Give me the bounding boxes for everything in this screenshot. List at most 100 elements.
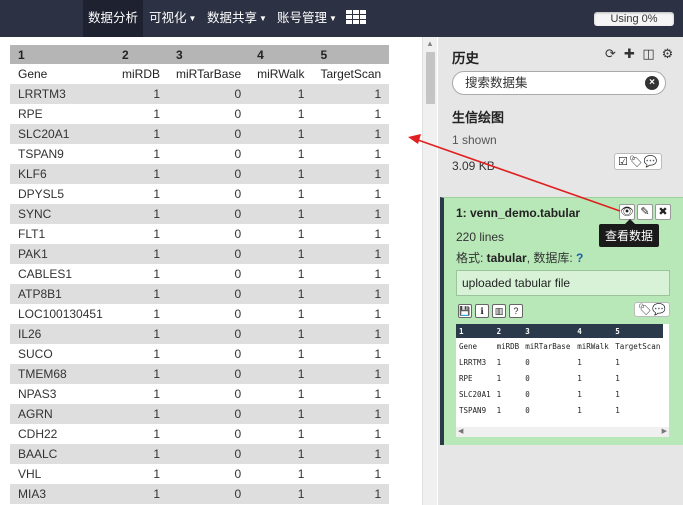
history-search-input[interactable]: 搜索数据集 ×: [452, 71, 666, 95]
center-scrollbar[interactable]: ▲: [422, 37, 437, 505]
gene-cell: CDH22: [10, 424, 114, 444]
peek-cell: TargetScan: [615, 341, 661, 351]
peek-cell: 1: [615, 357, 620, 367]
table-row: CABLES1 1 0 1 1: [10, 264, 390, 284]
pencil-icon[interactable]: ✎: [637, 204, 653, 220]
gene-cell: LRRTM3: [10, 84, 114, 104]
peek-cell: 1: [577, 357, 582, 367]
caret-down-icon: ▼: [259, 14, 267, 24]
gene-cell: SUCO: [10, 344, 114, 364]
value-cell: 1: [312, 224, 390, 244]
tags-icon[interactable]: 🏷: [629, 155, 643, 168]
peek-cell: 1: [577, 373, 582, 383]
value-cell: 0: [168, 384, 250, 404]
value-cell: 1: [114, 304, 168, 324]
gene-cell: PAK1: [10, 244, 114, 264]
peek-horizontal-scrollbar[interactable]: ◀ ▶: [456, 427, 669, 437]
annotation-icon[interactable]: 💬: [644, 155, 658, 168]
value-cell: 1: [312, 84, 390, 104]
value-cell: 1: [114, 424, 168, 444]
gear-icon[interactable]: ⚙: [661, 46, 674, 62]
peek-cell: 0: [525, 389, 530, 399]
select-items-icon[interactable]: ☑: [618, 155, 628, 168]
table-row: LOC100130451 1 0 1 1: [10, 304, 390, 324]
nav-label: 数据分析: [88, 11, 139, 25]
tags-icon[interactable]: 🏷: [638, 304, 652, 316]
value-cell: 1: [114, 364, 168, 384]
gene-cell: MIA3: [10, 484, 114, 504]
history-heading: 历史: [452, 51, 479, 66]
dataset-title[interactable]: 1: venn_demo.tabular: [456, 206, 580, 220]
help-icon[interactable]: ?: [509, 304, 523, 318]
peek-cell: 1: [496, 357, 502, 367]
refresh-icon[interactable]: ⟳: [604, 46, 617, 62]
peek-cell: miRTarBase: [525, 341, 571, 351]
value-cell: 0: [168, 184, 250, 204]
save-icon[interactable]: 💾: [458, 304, 472, 318]
table-row: BAALC 1 0 1 1: [10, 444, 390, 464]
column-header: miRWalk: [257, 67, 305, 81]
nav-account[interactable]: 账号管理 ▼: [272, 0, 342, 37]
nav-data-analysis[interactable]: 数据分析: [83, 0, 144, 37]
value-cell: 0: [168, 304, 250, 324]
info-icon[interactable]: ℹ: [475, 304, 489, 318]
chart-icon[interactable]: ▥: [492, 304, 506, 318]
table-row: ATP8B1 1 0 1 1: [10, 284, 390, 304]
clear-search-icon[interactable]: ×: [645, 76, 659, 90]
nav-label: 数据共享: [207, 11, 258, 25]
value-cell: 0: [168, 324, 250, 344]
history-panel: 历史 ⟳ ✚ ◫ ⚙ 搜索数据集 × 生信绘图 1 shown 3.09 KB …: [438, 37, 683, 505]
value-cell: 1: [114, 104, 168, 124]
columns-icon[interactable]: ◫: [642, 46, 655, 62]
gene-cell: LOC100130451: [10, 304, 114, 324]
gene-cell: BAALC: [10, 444, 114, 464]
value-cell: 1: [114, 124, 168, 144]
grid-icon[interactable]: [346, 10, 366, 25]
gene-cell: IL26: [10, 324, 114, 344]
value-cell: 1: [249, 84, 313, 104]
table-row: VHL 1 0 1 1: [10, 464, 390, 484]
value-cell: 1: [114, 264, 168, 284]
plus-icon[interactable]: ✚: [623, 46, 636, 62]
value-cell: 0: [168, 104, 250, 124]
scroll-right-icon[interactable]: ▶: [662, 427, 667, 435]
scroll-up-icon[interactable]: ▲: [426, 39, 434, 48]
history-name[interactable]: 生信绘图: [452, 107, 504, 126]
peek-cell: 1: [615, 373, 620, 383]
column-index: 4: [249, 45, 313, 64]
nav-visualization[interactable]: 可视化 ▼: [144, 0, 201, 37]
value-cell: 1: [249, 384, 313, 404]
value-cell: 1: [249, 284, 313, 304]
dataset-info: uploaded tabular file: [456, 270, 670, 296]
usage-meter: Using 0%: [594, 12, 674, 26]
peek-cell: 1: [496, 389, 502, 399]
gene-cell: FLT1: [10, 224, 114, 244]
dataset-buttons: 👁 ✎ ✖: [619, 204, 671, 220]
peek-row: Gene miRDB miRTarBase miRWalk TargetScan: [456, 338, 663, 354]
history-toolbar: ⟳ ✚ ◫ ⚙: [604, 46, 674, 62]
gene-cell: AGRN: [10, 404, 114, 424]
format-value: tabular: [486, 251, 527, 265]
column-index: 5: [312, 45, 390, 64]
value-cell: 1: [312, 424, 390, 444]
gene-cell: KLF6: [10, 164, 114, 184]
gene-cell: DPYSL5: [10, 184, 114, 204]
value-cell: 1: [114, 204, 168, 224]
value-cell: 1: [312, 184, 390, 204]
database-value[interactable]: ?: [576, 251, 583, 265]
value-cell: 1: [249, 404, 313, 424]
peek-cell: 0: [525, 373, 530, 383]
delete-icon[interactable]: ✖: [655, 204, 671, 220]
peek-cell: TSPAN9: [459, 405, 487, 415]
eye-icon[interactable]: 👁: [619, 204, 635, 220]
scroll-thumb[interactable]: [426, 52, 435, 104]
value-cell: 1: [249, 204, 313, 224]
history-shown-count[interactable]: 1 shown: [452, 133, 497, 147]
annotation-icon[interactable]: 💬: [652, 304, 666, 316]
scroll-left-icon[interactable]: ◀: [458, 427, 463, 435]
column-index: 1: [10, 45, 114, 64]
peek-cell: 1: [577, 405, 582, 415]
table-row: SYNC 1 0 1 1: [10, 204, 390, 224]
nav-data-sharing[interactable]: 数据共享 ▼: [202, 0, 272, 37]
value-cell: 1: [312, 364, 390, 384]
